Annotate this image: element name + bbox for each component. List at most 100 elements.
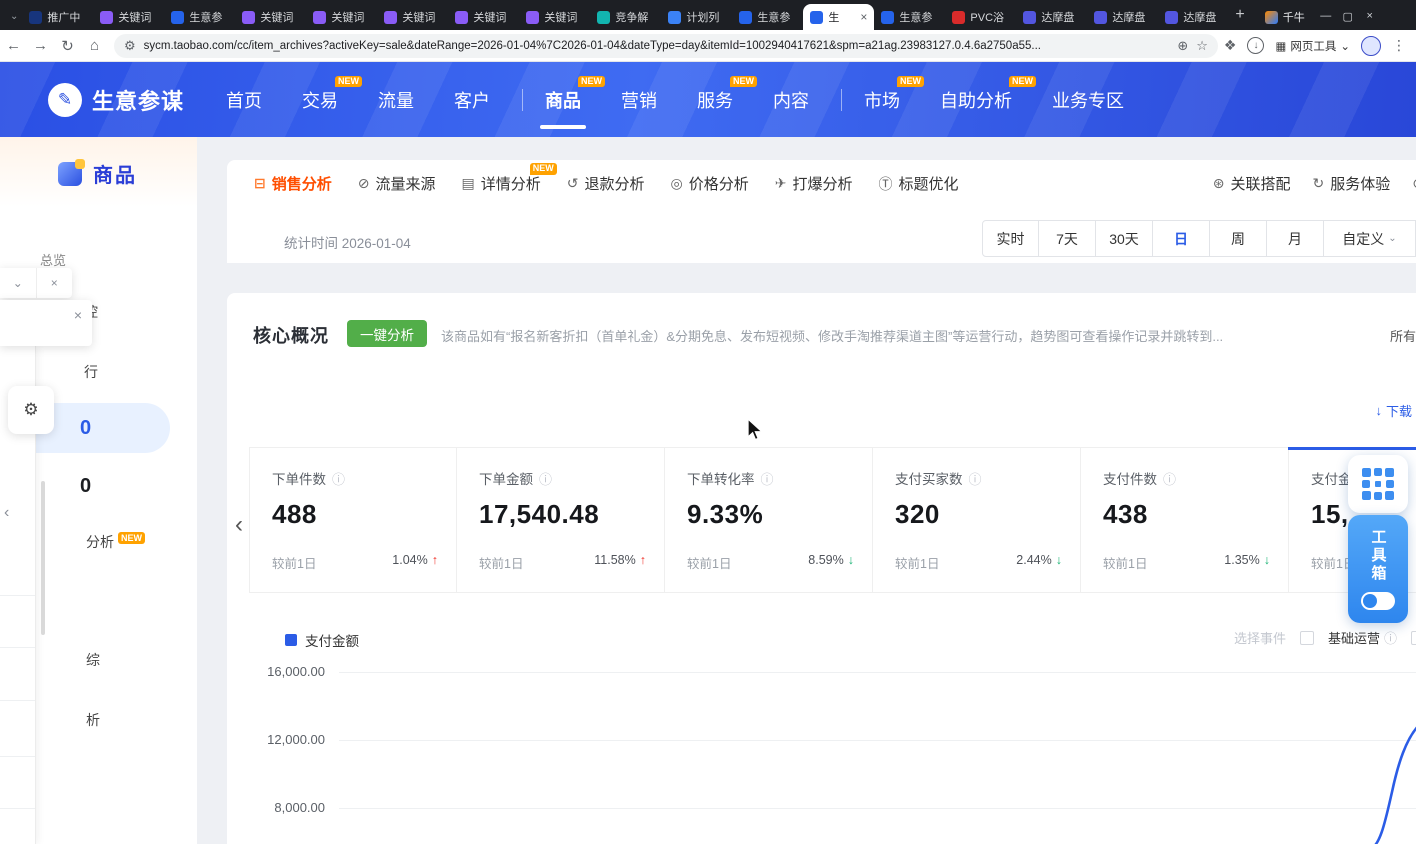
window-maximize-icon[interactable]: ▢ bbox=[1337, 2, 1359, 30]
collapse-icon[interactable]: ⌄ bbox=[0, 268, 37, 298]
nav-marketing[interactable]: 营销 bbox=[621, 87, 657, 113]
info-icon[interactable]: ⓘ bbox=[1384, 628, 1397, 647]
tab-close-icon[interactable]: × bbox=[860, 11, 867, 23]
gear-icon[interactable]: ⚙ bbox=[23, 400, 38, 420]
browser-tab[interactable]: 生意参 bbox=[732, 4, 803, 30]
event-checkbox-label[interactable]: 基础运营ⓘ bbox=[1328, 628, 1397, 647]
browser-tab[interactable]: 计划列 bbox=[661, 4, 732, 30]
range-day-selected[interactable]: 日 bbox=[1153, 220, 1210, 257]
info-icon[interactable]: ⓘ bbox=[539, 469, 552, 488]
downloads-icon[interactable]: ↓ bbox=[1247, 37, 1264, 54]
metric-card-pay-items[interactable]: 支付件数ⓘ 438 较前1日1.35%↓ bbox=[1081, 448, 1289, 592]
sidebar-item-analysis[interactable]: 分析NEW bbox=[86, 532, 145, 552]
nav-self-analysis[interactable]: 自助分析NEW bbox=[940, 87, 1012, 113]
range-custom[interactable]: 自定义⌄ bbox=[1324, 220, 1416, 257]
title-icon: Ⓣ bbox=[878, 174, 892, 194]
tab-related-match[interactable]: ⊛关联搭配 bbox=[1213, 173, 1291, 194]
browser-tab[interactable]: 关键词 bbox=[377, 4, 448, 30]
tab-price-analysis[interactable]: ◎价格分析 bbox=[671, 173, 749, 194]
scrollbar[interactable] bbox=[41, 481, 45, 635]
nav-home[interactable]: 首页 bbox=[226, 87, 262, 113]
sycm-logo-icon[interactable]: ✎ bbox=[48, 83, 82, 117]
forward-icon[interactable]: → bbox=[27, 37, 54, 54]
sidebar-item-fragment[interactable]: 综 bbox=[86, 650, 100, 670]
browser-tab[interactable]: 关键词 bbox=[519, 4, 590, 30]
event-checkbox[interactable] bbox=[1300, 631, 1314, 645]
avatar[interactable] bbox=[1361, 36, 1381, 56]
download-link[interactable]: ↓下载 bbox=[1375, 401, 1412, 420]
tab-boost-analysis[interactable]: ✈打爆分析 bbox=[775, 173, 853, 194]
window-minimize-icon[interactable]: — bbox=[1315, 2, 1337, 30]
sidebar-item-fragment[interactable]: 行 bbox=[84, 362, 98, 382]
tab-favicon-icon bbox=[1165, 11, 1178, 24]
close-icon[interactable]: × bbox=[74, 307, 82, 323]
tab-traffic-source[interactable]: ⊘流量来源 bbox=[358, 173, 436, 194]
browser-tab[interactable]: 关键词 bbox=[93, 4, 164, 30]
browser-tab[interactable]: 达摩盘 bbox=[1016, 4, 1087, 30]
range-week[interactable]: 周 bbox=[1210, 220, 1267, 257]
metrics-prev-icon[interactable]: ‹ bbox=[235, 511, 243, 539]
range-month[interactable]: 月 bbox=[1267, 220, 1324, 257]
range-7d[interactable]: 7天 bbox=[1039, 220, 1096, 257]
zoom-icon[interactable]: ⊕ bbox=[1177, 38, 1188, 54]
metric-card-conversion[interactable]: 下单转化率ⓘ 9.33% 较前1日8.59%↓ bbox=[665, 448, 873, 592]
browser-tab[interactable]: 达摩盘 bbox=[1087, 4, 1158, 30]
tab-detail-analysis[interactable]: ▤详情分析NEW bbox=[462, 173, 541, 194]
tab-service-experience[interactable]: ↻服务体验 bbox=[1313, 173, 1391, 194]
range-30d[interactable]: 30天 bbox=[1096, 220, 1153, 257]
pinned-app-tab[interactable]: 千牛 bbox=[1265, 9, 1305, 25]
nav-market[interactable]: 市场NEW bbox=[864, 87, 900, 113]
back-icon[interactable]: ← bbox=[0, 37, 27, 54]
nav-trade[interactable]: 交易NEW bbox=[302, 87, 338, 113]
info-icon[interactable]: ⓘ bbox=[1163, 469, 1176, 488]
browser-tab[interactable]: 推广中 bbox=[22, 4, 93, 30]
tab-sales-analysis[interactable]: ⊟销售分析 bbox=[254, 173, 332, 194]
nav-customer[interactable]: 客户 bbox=[454, 87, 490, 113]
one-click-analyze-button[interactable]: 一键分析 bbox=[347, 320, 427, 347]
range-realtime[interactable]: 实时 bbox=[982, 220, 1039, 257]
home-icon[interactable]: ⌂ bbox=[81, 37, 108, 54]
browser-tab[interactable]: 关键词 bbox=[306, 4, 377, 30]
site-settings-icon[interactable]: ⚙ bbox=[124, 38, 136, 54]
sidebar-item-overview[interactable]: 总览 bbox=[40, 250, 66, 269]
tab-refund-analysis[interactable]: ↺退款分析 bbox=[567, 173, 645, 194]
refresh-icon[interactable]: ↻ bbox=[54, 37, 81, 55]
nav-content[interactable]: 内容 bbox=[773, 87, 809, 113]
browser-tab[interactable]: PVC浴 bbox=[945, 4, 1016, 30]
browser-tab[interactable]: 关键词 bbox=[235, 4, 306, 30]
metric-card-order-amount[interactable]: 下单金额ⓘ 17,540.48 较前1日11.58%↑ bbox=[457, 448, 665, 592]
info-icon[interactable]: ⓘ bbox=[332, 469, 345, 488]
browser-tab[interactable]: 生意参 bbox=[874, 4, 945, 30]
browser-tab[interactable]: 关键词 bbox=[448, 4, 519, 30]
toolbox-toggle[interactable] bbox=[1361, 592, 1395, 610]
metric-card-pay-buyers[interactable]: 支付买家数ⓘ 320 较前1日2.44%↓ bbox=[873, 448, 1081, 592]
nav-goods-active[interactable]: 商品NEW bbox=[545, 87, 581, 113]
metric-card-order-items[interactable]: 下单件数ⓘ 488 较前1日1.04%↑ bbox=[249, 448, 457, 592]
chevron-left-icon[interactable]: ‹ bbox=[4, 504, 9, 522]
toolbox-grid-icon[interactable] bbox=[1348, 455, 1408, 513]
extensions-icon[interactable]: ❖ bbox=[1224, 37, 1237, 54]
browser-tab-active[interactable]: 生× bbox=[803, 4, 874, 30]
window-close-icon[interactable]: × bbox=[1359, 2, 1381, 30]
tab-title-optimize[interactable]: Ⓣ标题优化 bbox=[878, 173, 958, 194]
nav-business-zone[interactable]: 业务专区 bbox=[1052, 87, 1124, 113]
info-icon[interactable]: ⓘ bbox=[761, 469, 774, 488]
bookmark-star-icon[interactable]: ☆ bbox=[1196, 38, 1208, 54]
core-more-link[interactable]: 所有 bbox=[1382, 326, 1416, 345]
settings-panel[interactable]: ⚙ bbox=[8, 386, 54, 434]
url-field[interactable]: ⚙ sycm.taobao.com/cc/item_archives?activ… bbox=[114, 34, 1218, 58]
event-checkbox-partial[interactable] bbox=[1411, 631, 1416, 645]
info-icon[interactable]: ⓘ bbox=[969, 469, 982, 488]
chart-event-controls: 选择事件 基础运营ⓘ bbox=[1234, 628, 1416, 647]
sidebar-item-fragment[interactable]: 析 bbox=[86, 710, 100, 730]
browser-tab[interactable]: 生意参 bbox=[164, 4, 235, 30]
close-icon[interactable]: × bbox=[37, 268, 73, 298]
browser-tab[interactable]: 竞争解 bbox=[590, 4, 661, 30]
nav-traffic[interactable]: 流量 bbox=[378, 87, 414, 113]
browser-menu-icon[interactable]: ⋮ bbox=[1392, 37, 1406, 54]
new-tab-button[interactable]: + bbox=[1235, 6, 1244, 24]
webtools-button[interactable]: ▦ 网页工具 ⌄ bbox=[1275, 38, 1350, 54]
nav-service[interactable]: 服务NEW bbox=[697, 87, 733, 113]
tab-search-icon[interactable]: ⌄ bbox=[10, 11, 18, 22]
browser-tab[interactable]: 达摩盘 bbox=[1158, 4, 1229, 30]
